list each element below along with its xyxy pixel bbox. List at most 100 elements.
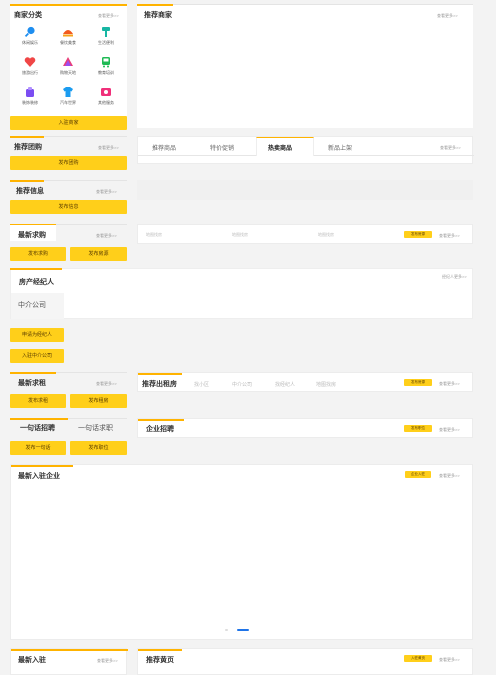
recruit-panel: 一句话招聘 一句话求职 发布一句话 发布职位 bbox=[10, 418, 127, 456]
publish-job-button[interactable]: 发布职位 bbox=[404, 425, 432, 432]
latest-join-title: 最新入驻 bbox=[18, 657, 46, 664]
agency-link[interactable]: 中介公司 bbox=[232, 381, 252, 388]
latest-join-panel: 最新入驻 查看更多>> bbox=[10, 648, 128, 675]
join-yellow-pages-button[interactable]: 入驻黄页 bbox=[404, 655, 432, 662]
publish-rent-request-button[interactable]: 发布求租 bbox=[10, 394, 66, 408]
enterprise-recruit-panel: 企业招聘 发布职位 查看更多>> bbox=[137, 418, 473, 438]
publish-one-line-button[interactable]: 发布一句话 bbox=[10, 441, 66, 455]
publish-job-button[interactable]: 发布职位 bbox=[70, 441, 127, 455]
panel-accent bbox=[10, 180, 44, 182]
house-search-panel: 地图找房 地图找房 地图找房 发布房源 查看更多>> bbox=[137, 224, 473, 244]
panel-accent bbox=[137, 4, 173, 6]
agent-panel: 房产经纪人 经纪人更多>> 中介公司 申请为经纪人 入驻中介公司 bbox=[10, 268, 473, 366]
panel-accent bbox=[138, 649, 182, 651]
heart-icon bbox=[24, 57, 36, 67]
new-enterprise-panel: 最新入驻企业 企业入驻 查看更多>> bbox=[10, 464, 473, 640]
publish-house-button[interactable]: 发布房源 bbox=[404, 379, 432, 386]
agent-panel-box bbox=[10, 268, 473, 319]
carousel-dot-active[interactable] bbox=[237, 629, 249, 631]
category-label: 其他服务 bbox=[98, 100, 114, 105]
recommend-merchant-panel: 推荐商家 查看更多>> bbox=[137, 4, 473, 128]
panel-accent bbox=[10, 372, 56, 374]
agent-title: 房产经纪人 bbox=[19, 279, 54, 286]
panel-accent bbox=[11, 649, 128, 651]
product-tabs-more-link[interactable]: 查看更多>> bbox=[440, 145, 461, 151]
map-search-link[interactable]: 地图找房 bbox=[146, 232, 162, 238]
recommend-merchant-more-link[interactable]: 查看更多>> bbox=[437, 13, 458, 19]
group-buy-title: 推荐团购 bbox=[14, 144, 42, 151]
latest-rent-more-link[interactable]: 查看更多>> bbox=[96, 381, 117, 387]
house-search-more-link[interactable]: 查看更多>> bbox=[439, 233, 460, 239]
publish-purchase-button[interactable]: 发布求购 bbox=[10, 247, 66, 261]
publish-house-button[interactable]: 发布房源 bbox=[404, 231, 432, 238]
enterprise-join-button[interactable]: 企业入驻 bbox=[405, 471, 431, 478]
tshirt-icon bbox=[63, 87, 73, 97]
category-item[interactable]: 休闲娱乐 bbox=[16, 26, 44, 46]
category-item[interactable]: 其他服务 bbox=[92, 86, 120, 106]
product-tabs-panel: 推荐商品 特价促销 热卖商品 新品上架 查看更多>> bbox=[137, 136, 474, 164]
new-enterprise-more-link[interactable]: 查看更多>> bbox=[439, 473, 460, 479]
join-merchant-button[interactable]: 入驻商家 bbox=[10, 116, 127, 130]
find-agent-link[interactable]: 找经纪人 bbox=[275, 381, 295, 388]
agent-company-label: 中介公司 bbox=[18, 302, 46, 309]
join-agency-button[interactable]: 入驻中介公司 bbox=[10, 349, 64, 363]
latest-purchase-more-link[interactable]: 查看更多>> bbox=[96, 233, 117, 239]
agent-more-link[interactable]: 经纪人更多>> bbox=[442, 274, 467, 280]
publish-info-button[interactable]: 发布信息 bbox=[10, 200, 127, 214]
category-item[interactable]: 教育培训 bbox=[92, 56, 120, 76]
category-item[interactable]: 购物天地 bbox=[54, 56, 82, 76]
tab-new-arrivals[interactable]: 新品上架 bbox=[328, 143, 352, 152]
rent-out-title: 推荐出租房 bbox=[142, 381, 177, 388]
yellow-pages-title: 推荐黄页 bbox=[146, 657, 174, 664]
publish-rental-button[interactable]: 发布租房 bbox=[70, 394, 127, 408]
category-label: 装饰装修 bbox=[22, 100, 38, 105]
panel-accent bbox=[11, 465, 73, 467]
carousel-dot[interactable] bbox=[225, 629, 228, 631]
rent-out-more-link[interactable]: 查看更多>> bbox=[439, 381, 460, 387]
decor-icon bbox=[26, 87, 34, 97]
recommend-info-content bbox=[137, 180, 473, 200]
map-search-link[interactable]: 地图找房 bbox=[232, 232, 248, 238]
merchant-category-title: 商家分类 bbox=[14, 12, 42, 19]
tab-hot-products[interactable]: 热卖商品 bbox=[268, 143, 292, 152]
group-buy-more-link[interactable]: 查看更多>> bbox=[98, 145, 119, 151]
recommend-merchant-title: 推荐商家 bbox=[144, 12, 172, 19]
panel-accent bbox=[10, 136, 44, 138]
recommend-info-more-link[interactable]: 查看更多>> bbox=[96, 189, 117, 195]
recommend-info-panel: 推荐信息 查看更多>> 发布信息 bbox=[10, 180, 127, 216]
tab-recommend-products[interactable]: 推荐商品 bbox=[152, 143, 176, 152]
category-item[interactable]: 汽车世界 bbox=[54, 86, 82, 106]
tennis-icon bbox=[24, 26, 35, 37]
category-item[interactable]: 装饰装修 bbox=[16, 86, 44, 106]
merchant-category-more-link[interactable]: 查看更多>> bbox=[98, 13, 119, 19]
category-item[interactable]: 生活便利 bbox=[92, 26, 120, 46]
merchant-category-panel: 商家分类 查看更多>> 休闲娱乐 餐饮美食 生活便利 旅游出行 购物天地 教育培… bbox=[10, 4, 127, 130]
food-icon bbox=[63, 30, 73, 37]
latest-rent-panel: 最新求租 查看更多>> 发布求租 发布租房 bbox=[10, 372, 127, 410]
category-label: 餐饮美食 bbox=[60, 40, 76, 45]
tab-one-line-job-seek[interactable]: 一句话求职 bbox=[78, 423, 113, 433]
latest-rent-title: 最新求租 bbox=[18, 380, 46, 387]
category-item[interactable]: 餐饮美食 bbox=[54, 26, 82, 46]
map-search-link[interactable]: 地图找房 bbox=[318, 232, 334, 238]
apply-agent-button[interactable]: 申请为经纪人 bbox=[10, 328, 64, 342]
enterprise-recruit-title: 企业招聘 bbox=[146, 426, 174, 433]
divider bbox=[137, 4, 473, 5]
tab-one-line-recruit[interactable]: 一句话招聘 bbox=[20, 423, 55, 433]
shopping-icon bbox=[63, 57, 73, 66]
publish-group-buy-button[interactable]: 发布团购 bbox=[10, 156, 127, 170]
category-label: 教育培训 bbox=[98, 70, 114, 75]
tab-special-offers[interactable]: 特价促销 bbox=[210, 143, 234, 152]
publish-house-button[interactable]: 发布房源 bbox=[70, 247, 127, 261]
yellow-pages-more-link[interactable]: 查看更多>> bbox=[439, 657, 460, 663]
category-label: 汽车世界 bbox=[60, 100, 76, 105]
paint-roller-icon bbox=[102, 27, 110, 37]
category-item[interactable]: 旅游出行 bbox=[16, 56, 44, 76]
enterprise-recruit-more-link[interactable]: 查看更多>> bbox=[439, 427, 460, 433]
category-label: 休闲娱乐 bbox=[22, 40, 38, 45]
latest-join-more-link[interactable]: 查看更多>> bbox=[97, 658, 118, 664]
map-search-link[interactable]: 地图找房 bbox=[316, 381, 336, 388]
panel-accent bbox=[10, 4, 127, 6]
find-community-link[interactable]: 找小区 bbox=[194, 381, 209, 388]
education-icon bbox=[102, 57, 110, 68]
